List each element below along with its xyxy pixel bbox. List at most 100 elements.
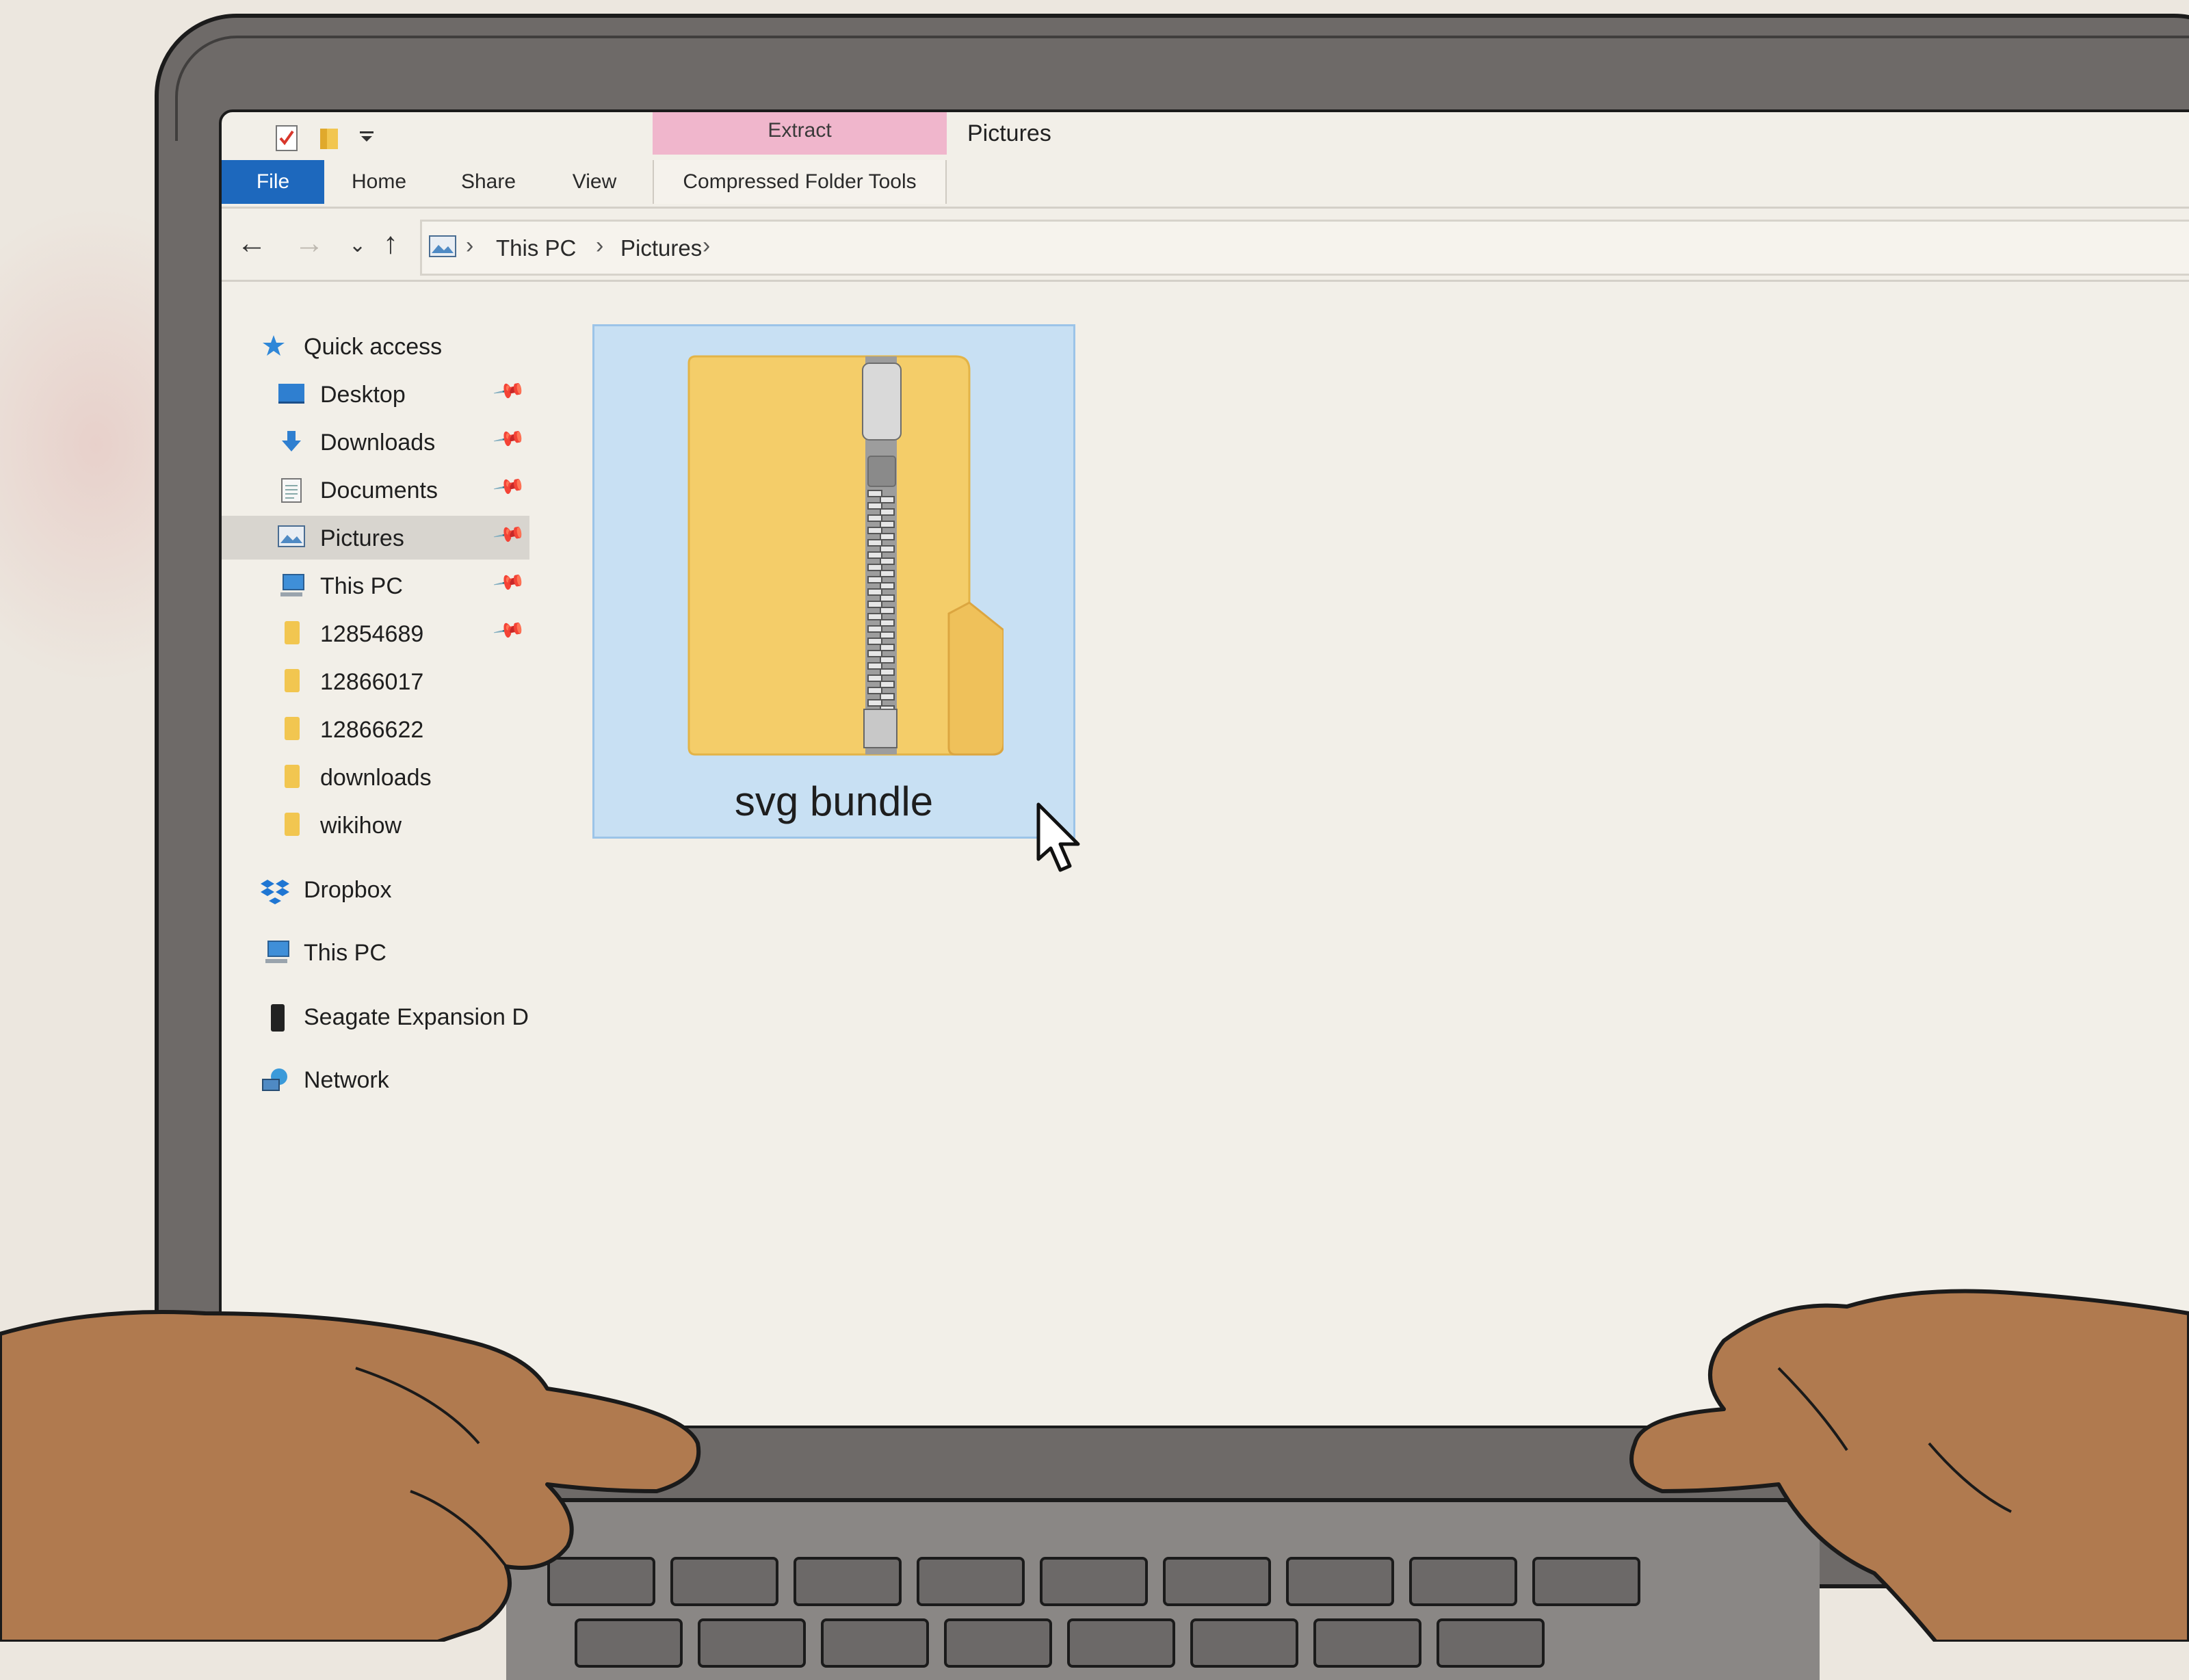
zipper-tooth bbox=[880, 545, 895, 553]
breadcrumb-separator: › bbox=[466, 233, 474, 259]
nav-label: downloads bbox=[320, 765, 432, 791]
pin-icon[interactable]: 📌 bbox=[492, 469, 527, 503]
nav-label: Documents bbox=[320, 477, 438, 503]
keyboard-key bbox=[1040, 1557, 1148, 1606]
breadcrumb-separator: › bbox=[703, 233, 711, 259]
zipper-tooth bbox=[880, 681, 895, 688]
zipper-tooth bbox=[867, 588, 882, 596]
breadcrumb-this-pc[interactable]: This PC bbox=[496, 235, 576, 261]
new-folder-icon[interactable] bbox=[317, 124, 341, 152]
pin-icon[interactable]: 📌 bbox=[492, 613, 527, 647]
tab-home[interactable]: Home bbox=[324, 160, 434, 204]
ribbon-tabs: File Home Share View Compressed Folder T… bbox=[222, 160, 2189, 209]
zipper-tooth bbox=[880, 508, 895, 516]
back-arrow-icon[interactable]: ← bbox=[237, 226, 267, 261]
document-icon bbox=[280, 477, 305, 503]
zipper-tooth bbox=[867, 687, 882, 694]
nav-label: Downloads bbox=[320, 430, 436, 456]
recent-locations-chevron-icon[interactable]: ⌄ bbox=[349, 233, 366, 257]
download-arrow-icon bbox=[279, 430, 304, 453]
zipper-tooth bbox=[880, 594, 895, 602]
computer-icon bbox=[279, 573, 304, 596]
computer-icon bbox=[264, 940, 289, 963]
network-icon bbox=[261, 1067, 287, 1091]
zipper-tooth bbox=[867, 514, 882, 522]
nav-label: 12866622 bbox=[320, 717, 424, 743]
zip-folder-icon bbox=[682, 354, 1005, 761]
zipper-tooth bbox=[867, 527, 882, 534]
dropbox-icon bbox=[260, 877, 289, 904]
nav-root-dropbox[interactable]: Dropbox bbox=[222, 867, 529, 911]
zipper-tooth bbox=[867, 674, 882, 682]
nav-label: Desktop bbox=[320, 382, 406, 408]
nav-item-folder-wikihow[interactable]: wikihow bbox=[222, 803, 529, 847]
nav-quick-access[interactable]: Quick access bbox=[222, 324, 529, 368]
address-field[interactable]: › This PC › Pictures › bbox=[420, 220, 2189, 276]
pictures-location-icon bbox=[429, 235, 456, 261]
mouse-pointer-icon bbox=[1034, 802, 1089, 880]
zipper-tooth bbox=[880, 668, 895, 676]
keyboard-key bbox=[1313, 1618, 1421, 1668]
extract-context-label: Extract bbox=[768, 119, 832, 142]
keyboard-key bbox=[917, 1557, 1025, 1606]
navigation-bar: ← → ⌄ ↑ › This PC › Pictures › bbox=[222, 211, 2189, 282]
zipper-tooth bbox=[880, 607, 895, 614]
nav-item-folder-12854689[interactable]: 12854689 📌 bbox=[222, 612, 529, 655]
zipper-tooth bbox=[867, 625, 882, 633]
tab-share[interactable]: Share bbox=[434, 160, 543, 204]
keyboard-key bbox=[1190, 1618, 1298, 1668]
nav-item-downloads[interactable]: Downloads 📌 bbox=[222, 420, 529, 464]
zipper-tooth bbox=[880, 631, 895, 639]
nav-root-this-pc[interactable]: This PC bbox=[222, 930, 529, 974]
nav-label: Seagate Expansion Dr bbox=[304, 1004, 529, 1030]
zipper-tooth bbox=[867, 638, 882, 645]
nav-item-pictures[interactable]: Pictures 📌 bbox=[222, 516, 529, 560]
desktop-icon bbox=[278, 382, 304, 405]
zipper-tooth bbox=[867, 613, 882, 620]
pin-icon[interactable]: 📌 bbox=[492, 421, 527, 456]
nav-item-folder-downloads[interactable]: downloads bbox=[222, 755, 529, 799]
file-explorer-window: Extract Pictures File Home Share View Co… bbox=[219, 109, 2189, 1428]
forward-arrow-icon[interactable]: → bbox=[294, 226, 324, 261]
zipper-tooth bbox=[867, 551, 882, 559]
nav-root-network[interactable]: Network bbox=[222, 1058, 529, 1101]
zipper-tooth bbox=[867, 576, 882, 583]
left-hand bbox=[0, 1286, 725, 1645]
keyboard-key bbox=[1286, 1557, 1394, 1606]
nav-label: 12854689 bbox=[320, 621, 424, 647]
pin-icon[interactable]: 📌 bbox=[492, 373, 527, 408]
star-icon bbox=[261, 334, 286, 357]
nav-root-seagate-drive[interactable]: Seagate Expansion Dr bbox=[222, 995, 529, 1038]
pin-icon[interactable]: 📌 bbox=[492, 517, 527, 551]
nav-item-this-pc[interactable]: This PC 📌 bbox=[222, 564, 529, 607]
keyboard-key bbox=[1163, 1557, 1271, 1606]
nav-item-folder-12866017[interactable]: 12866017 bbox=[222, 659, 529, 703]
nav-item-documents[interactable]: Documents 📌 bbox=[222, 468, 529, 512]
folder-icon bbox=[285, 621, 300, 644]
navigation-pane: Quick access Desktop 📌 Downloads 📌 Docum… bbox=[222, 283, 543, 1426]
tab-view[interactable]: View bbox=[543, 160, 646, 204]
pin-icon[interactable]: 📌 bbox=[492, 565, 527, 599]
zipper-tooth bbox=[880, 656, 895, 664]
breadcrumb-pictures[interactable]: Pictures bbox=[620, 235, 702, 261]
zipper-tooth bbox=[867, 662, 882, 670]
zipper-tooth bbox=[880, 521, 895, 528]
zipper-tooth bbox=[867, 564, 882, 571]
tab-file[interactable]: File bbox=[222, 160, 324, 204]
zipper-tooth bbox=[880, 496, 895, 503]
tab-compressed-folder-tools[interactable]: Compressed Folder Tools bbox=[653, 160, 947, 204]
keyboard-key bbox=[794, 1557, 902, 1606]
nav-label: Quick access bbox=[304, 334, 443, 360]
folder-icon bbox=[285, 669, 300, 692]
nav-label: This PC bbox=[304, 940, 386, 966]
properties-icon[interactable] bbox=[275, 124, 298, 152]
customize-toolbar-icon[interactable] bbox=[358, 130, 382, 157]
nav-item-desktop[interactable]: Desktop 📌 bbox=[222, 372, 529, 416]
pictures-icon bbox=[278, 525, 305, 549]
nav-item-folder-12866622[interactable]: 12866622 bbox=[222, 707, 529, 751]
up-arrow-icon[interactable]: ↑ bbox=[383, 226, 398, 261]
nav-label: Network bbox=[304, 1067, 389, 1093]
folder-icon bbox=[285, 813, 300, 836]
file-item-svg-bundle[interactable]: svg bundle bbox=[592, 324, 1075, 839]
zipper-tooth bbox=[880, 582, 895, 590]
